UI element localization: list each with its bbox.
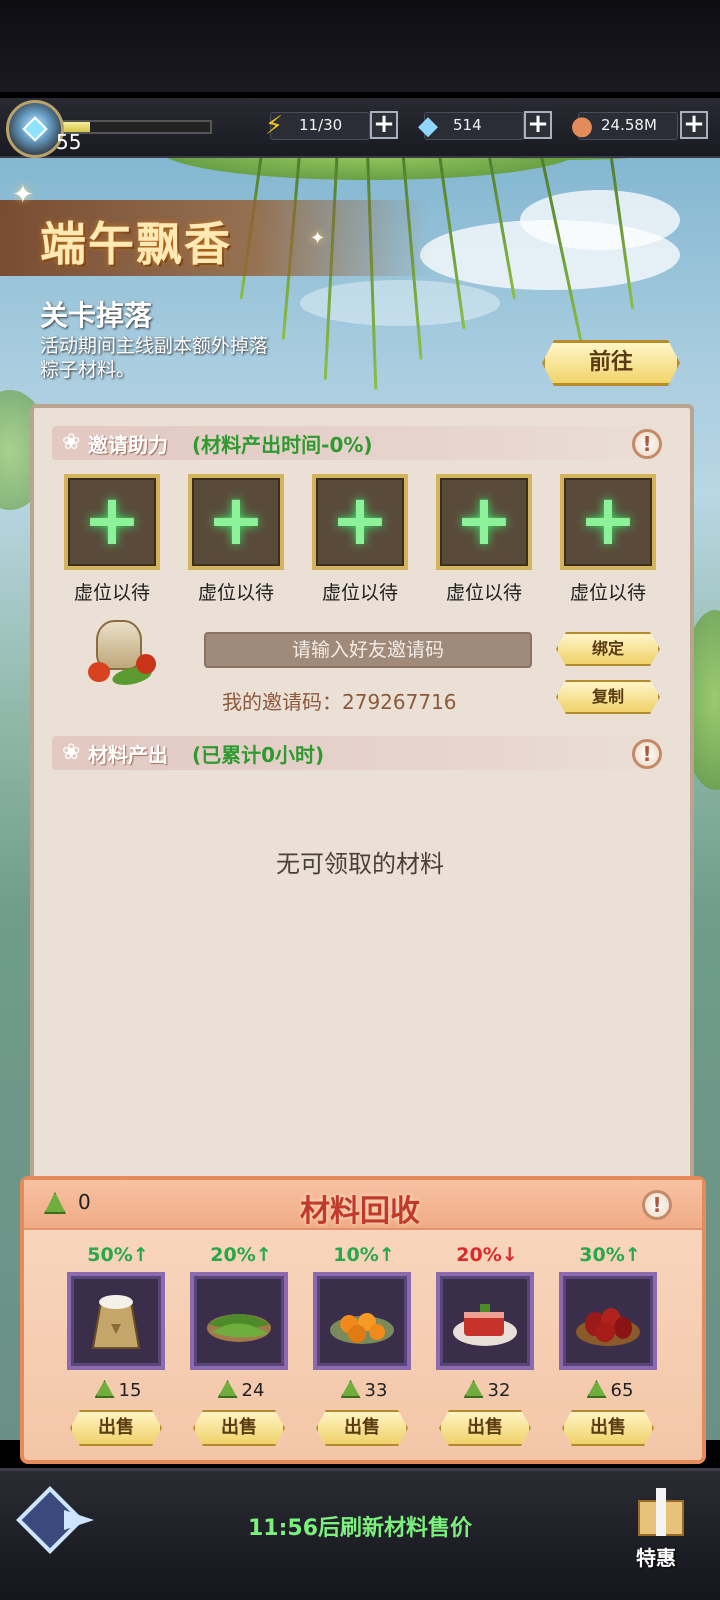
gem-value: 514: [453, 116, 482, 134]
invite-section-header: ❀ 邀请助力 (材料产出时间-0%) !: [52, 426, 674, 460]
item-price-value: 33: [364, 1380, 388, 1401]
price-refresh-timer: 11:56后刷新材料售价: [247, 1516, 473, 1541]
output-section-label: 材料产出: [88, 743, 168, 767]
item-price-value: 24: [241, 1380, 265, 1401]
braised-pork-icon: [453, 1304, 517, 1346]
sparkle-icon: ✦: [310, 228, 326, 249]
invite-slot-label: 虚位以待: [197, 582, 274, 604]
my-invite-code: 我的邀请码：279267716: [222, 690, 457, 714]
lightning-icon: ⚡: [264, 111, 284, 141]
energy-display: ⚡ 11/30: [265, 111, 370, 141]
info-icon[interactable]: !: [632, 429, 662, 459]
zongzi-icon: [94, 1380, 115, 1398]
price-change-label: 10%↑: [333, 1244, 395, 1266]
info-icon[interactable]: !: [642, 1190, 672, 1220]
item-price-value: 32: [487, 1380, 511, 1401]
plus-icon: +: [330, 479, 390, 561]
gem-display: ◆ 514: [418, 111, 524, 141]
invite-code-input[interactable]: 请输入好友邀请码: [204, 632, 532, 668]
plus-icon: +: [454, 479, 514, 561]
gold-value: 24.58M: [601, 116, 657, 134]
bamboo-leaves-icon: [207, 1314, 271, 1342]
sell-button[interactable]: 出售: [439, 1410, 531, 1446]
invite-slot-label: 虚位以待: [569, 582, 646, 604]
player-level: 55: [56, 130, 82, 154]
sell-button[interactable]: 出售: [193, 1410, 285, 1446]
item-egg-yolks[interactable]: [313, 1272, 411, 1370]
recycle-info-wrap: !: [642, 1190, 672, 1220]
price-change-label: 30%↑: [579, 1244, 641, 1266]
item-price: 33: [309, 1380, 419, 1401]
coin-icon: ●: [570, 111, 594, 141]
item-bamboo-leaves[interactable]: [190, 1272, 288, 1370]
stage-drop-title: 关卡掉落: [40, 299, 153, 332]
zongzi-icon: [586, 1380, 607, 1398]
price-change-label: 50%↑: [87, 1244, 149, 1266]
diamond-icon: ◆: [418, 111, 438, 141]
add-energy-button[interactable]: +: [370, 111, 398, 139]
zongzi-icon: [217, 1380, 238, 1398]
invite-slot-label: 虚位以待: [73, 582, 150, 604]
zongzi-ingredients-image: [78, 612, 162, 690]
copy-button[interactable]: 复制: [556, 680, 660, 714]
bind-button[interactable]: 绑定: [556, 632, 660, 666]
item-price: 24: [186, 1380, 296, 1401]
recycle-title: 材料回收: [300, 1194, 420, 1229]
plus-icon: +: [578, 479, 638, 561]
game-screen: 55 ⚡ 11/30 + ◆ 514 + ● 24.58M + ✦ ✦ 端午飘香…: [0, 0, 720, 1600]
invite-slot[interactable]: +: [560, 474, 656, 570]
stage-drop-description: 活动期间主线副本额外掉落粽子材料。: [40, 335, 269, 381]
item-price-value: 15: [118, 1380, 142, 1401]
item-price-value: 65: [610, 1380, 634, 1401]
rice-sack-icon: [91, 1295, 141, 1349]
fleur-icon: ❀: [62, 740, 81, 765]
price-change-label: 20%↓: [456, 1244, 518, 1266]
sparkle-icon: ✦: [12, 180, 34, 210]
egg-yolks-icon: [330, 1313, 394, 1344]
red-dates-icon: [576, 1308, 640, 1346]
event-title: 端午飘香: [40, 217, 232, 271]
goto-button[interactable]: 前往: [542, 340, 680, 386]
output-section-hint: (已累计0小时): [192, 743, 325, 767]
gold-display: ● 24.58M: [571, 111, 678, 141]
invite-slot[interactable]: +: [312, 474, 408, 570]
add-gems-button[interactable]: +: [524, 111, 552, 139]
item-price: 32: [432, 1380, 542, 1401]
special-offer-label[interactable]: 特惠: [636, 1542, 676, 1571]
item-price: 15: [63, 1380, 173, 1401]
plus-icon: +: [82, 479, 142, 561]
sell-button[interactable]: 出售: [316, 1410, 408, 1446]
invite-slot-label: 虚位以待: [321, 582, 398, 604]
sell-button[interactable]: 出售: [70, 1410, 162, 1446]
price-change-label: 20%↑: [210, 1244, 272, 1266]
item-rice-sack[interactable]: [67, 1272, 165, 1370]
fleur-icon: ❀: [62, 430, 81, 455]
zongzi-icon: [463, 1380, 484, 1398]
zongzi-icon: [340, 1380, 361, 1398]
energy-value: 11/30: [299, 116, 343, 134]
item-price: 65: [555, 1380, 665, 1401]
plus-icon: +: [206, 479, 266, 561]
invite-slot[interactable]: +: [64, 474, 160, 570]
status-area: [0, 0, 720, 92]
output-section-header: ❀ 材料产出 (已累计0小时) !: [52, 736, 674, 770]
item-red-dates[interactable]: [559, 1272, 657, 1370]
add-gold-button[interactable]: +: [680, 111, 708, 139]
item-braised-pork[interactable]: [436, 1272, 534, 1370]
invite-section-hint: (材料产出时间-0%): [192, 433, 373, 457]
invite-section-label: 邀请助力: [88, 433, 168, 457]
info-icon[interactable]: !: [632, 739, 662, 769]
invite-slot[interactable]: +: [188, 474, 284, 570]
sell-button[interactable]: 出售: [562, 1410, 654, 1446]
empty-materials-text: 无可领取的材料: [276, 850, 444, 878]
invite-slot[interactable]: +: [436, 474, 532, 570]
invite-slot-label: 虚位以待: [445, 582, 522, 604]
